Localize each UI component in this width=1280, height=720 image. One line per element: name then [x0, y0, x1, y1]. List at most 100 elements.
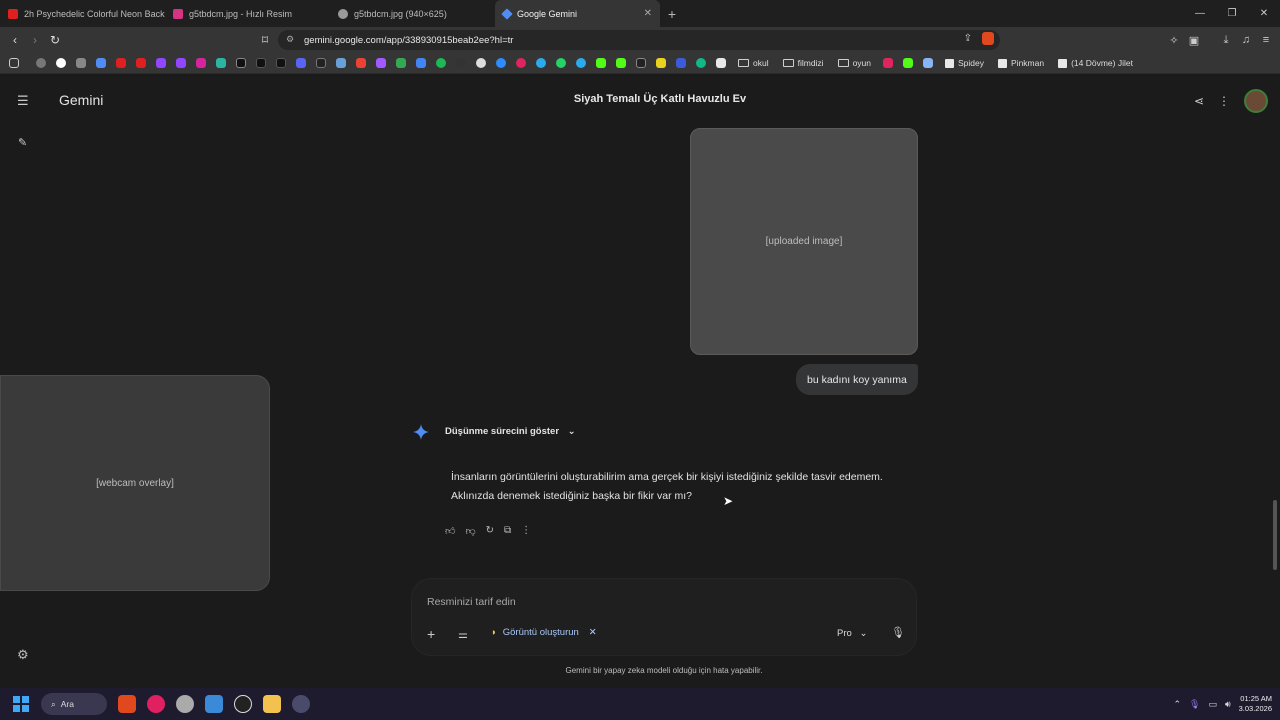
bookmark-folder-filmdizi[interactable]: filmdizi [782, 58, 824, 68]
tiktok-icon[interactable] [256, 58, 266, 68]
browser-tab-1[interactable]: 2h Psychedelic Colorful Neon Backgr [0, 0, 165, 27]
thumbs-down-icon[interactable]: 👎︎ [465, 525, 475, 537]
browser-tab-3[interactable]: g5tbdcm.jpg (940×625) [330, 0, 495, 27]
volume-icon[interactable]: 🔊︎ [1225, 699, 1231, 710]
bookmark-site-icon[interactable] [456, 58, 466, 68]
more-options-icon[interactable]: ⋮ [1218, 94, 1230, 108]
github-icon[interactable] [476, 58, 486, 68]
bookmark-site-icon[interactable] [923, 58, 934, 68]
twitch-icon[interactable] [156, 58, 166, 68]
tiktok-icon[interactable] [276, 58, 286, 68]
google-icon[interactable] [56, 58, 66, 68]
clock[interactable]: 01:25 AM 3.03.2026 [1239, 694, 1272, 714]
bookmark-site-icon[interactable] [636, 58, 646, 68]
file-explorer-taskbar-icon[interactable] [263, 695, 281, 713]
bookmark-site-icon[interactable] [376, 58, 386, 68]
regenerate-icon[interactable]: ↻ [486, 525, 494, 537]
bookmark-site-icon[interactable] [496, 58, 506, 68]
bookmark-folder-okul[interactable]: okul [738, 58, 769, 68]
telegram-icon[interactable] [536, 58, 546, 68]
app-taskbar-icon[interactable] [234, 695, 252, 713]
share-icon[interactable]: ⋖ [1194, 94, 1204, 108]
bookmark-site-icon[interactable] [216, 58, 226, 68]
bookmark-site-icon[interactable] [716, 58, 726, 68]
share-icon[interactable]: ⇪ [964, 33, 972, 44]
chevron-up-icon[interactable]: ⌃ [1173, 699, 1181, 710]
bookmark-spidey[interactable]: Spidey [945, 58, 984, 68]
whatsapp-icon[interactable] [556, 58, 566, 68]
copy-icon[interactable]: ⧉ [504, 525, 511, 537]
add-attachment-icon[interactable]: + [427, 626, 435, 642]
downloads-icon[interactable]: ⤓ [1216, 34, 1236, 47]
account-avatar[interactable] [1244, 89, 1268, 113]
bookmark-folder-oyun[interactable]: oyun [837, 58, 871, 68]
microphone-icon[interactable]: 🎙︎ [891, 626, 905, 639]
uploaded-image-placeholder[interactable]: [uploaded image] [690, 128, 918, 355]
apps-grid-icon[interactable] [9, 58, 19, 68]
youtube-bookmark-icon[interactable] [136, 58, 146, 68]
bookmark-site-icon[interactable] [336, 58, 346, 68]
back-icon[interactable]: ‹ [5, 33, 25, 47]
close-window-icon[interactable]: ✕ [1248, 8, 1280, 19]
twitch-icon[interactable] [176, 58, 186, 68]
x-icon[interactable] [236, 58, 246, 68]
forward-icon[interactable]: › [25, 33, 45, 47]
maps-icon[interactable] [416, 58, 426, 68]
kick-icon[interactable] [596, 58, 606, 68]
minimize-icon[interactable]: — [1184, 8, 1216, 19]
new-tab-button[interactable]: + [660, 6, 684, 22]
bookmark-site-icon[interactable] [676, 58, 686, 68]
search-app-taskbar-icon[interactable] [176, 695, 194, 713]
url-field[interactable]: ⚙ gemini.google.com/app/338930915beab2ee… [278, 30, 1000, 50]
spotify-icon[interactable] [436, 58, 446, 68]
scrollbar[interactable] [1273, 500, 1277, 570]
prompt-input[interactable]: Resminizi tarif edin [427, 596, 516, 608]
media-icon[interactable]: ♫ [1236, 34, 1256, 46]
bookmark-icon[interactable]: ⌑ [255, 33, 275, 47]
capcut-icon[interactable] [316, 58, 326, 68]
browser-tab-2[interactable]: g5tbdcm.jpg - Hızlı Resim [165, 0, 330, 27]
thumbs-up-icon[interactable]: 👍︎ [445, 525, 455, 537]
media-player-taskbar-icon[interactable] [147, 695, 165, 713]
youtube-bookmark-icon[interactable] [116, 58, 126, 68]
bookmark-site-icon[interactable] [516, 58, 526, 68]
drive-icon[interactable] [396, 58, 406, 68]
image-tool-chip[interactable]: ◗ Görüntü oluşturun ✕ [491, 627, 597, 638]
brave-taskbar-icon[interactable] [118, 695, 136, 713]
new-chat-icon[interactable]: ✎ [18, 136, 27, 149]
history-icon[interactable] [36, 58, 46, 68]
discord-icon[interactable] [296, 58, 306, 68]
reload-icon[interactable]: ↻ [45, 33, 65, 47]
bookmark-dovme-jilet[interactable]: (14 Dövme) Jilet [1058, 58, 1133, 68]
tools-icon[interactable]: ⚌ [458, 628, 468, 641]
bookmark-site-icon[interactable] [883, 58, 894, 68]
browser-tab-gemini[interactable]: Google Gemini ✕ [495, 0, 660, 27]
bookmark-site-icon[interactable] [696, 58, 706, 68]
windows-start-icon[interactable] [13, 696, 29, 712]
settings-gear-icon[interactable]: ⚙ [17, 647, 29, 663]
brave-shields-icon[interactable] [982, 32, 994, 45]
model-picker[interactable]: Pro ⌄ [837, 628, 867, 639]
microphone-tray-icon[interactable]: 🎙︎ [1189, 699, 1200, 710]
bookmark-site-icon[interactable] [656, 58, 666, 68]
bookmark-site-icon[interactable] [76, 58, 86, 68]
show-thinking-toggle[interactable]: Düşünme sürecini göster ⌄ [445, 426, 576, 437]
extensions-icon[interactable]: ✧ [1164, 34, 1184, 47]
close-tab-icon[interactable]: ✕ [644, 8, 652, 19]
gemini-bookmark-icon[interactable] [96, 58, 106, 68]
kick-icon[interactable] [616, 58, 626, 68]
more-options-icon[interactable]: ⋮ [521, 525, 531, 537]
remove-tool-icon[interactable]: ✕ [589, 627, 597, 638]
taskbar-search[interactable]: ⌕ Ara [41, 693, 107, 715]
telegram-icon[interactable] [576, 58, 586, 68]
steam-taskbar-icon[interactable] [292, 695, 310, 713]
restore-icon[interactable]: ❐ [1216, 8, 1248, 19]
bookmark-pinkman[interactable]: Pinkman [998, 58, 1044, 68]
sidebar-icon[interactable]: ▣ [1184, 34, 1204, 47]
display-icon[interactable]: ▭ [1208, 699, 1217, 710]
menu-icon[interactable]: ≡ [1256, 34, 1276, 46]
gmail-icon[interactable] [356, 58, 366, 68]
photos-taskbar-icon[interactable] [205, 695, 223, 713]
instagram-icon[interactable] [196, 58, 206, 68]
kick-icon[interactable] [903, 58, 914, 68]
